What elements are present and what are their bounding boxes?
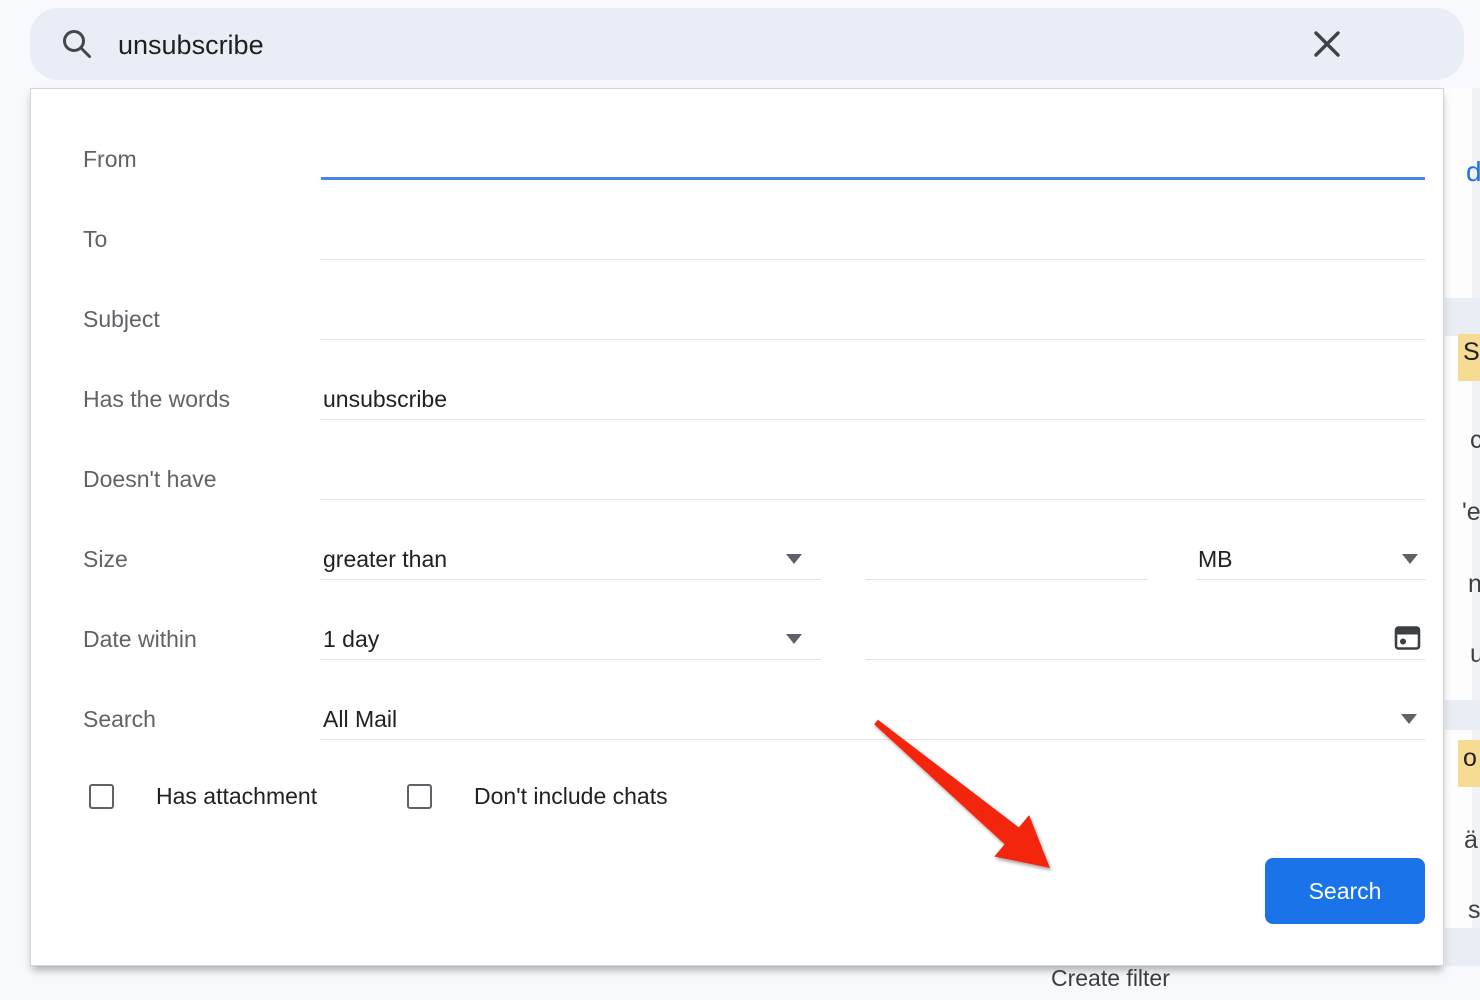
has-words-label: Has the words [83, 385, 230, 413]
size-operator-value: greater than [321, 546, 447, 572]
to-value [321, 226, 323, 252]
subject-input[interactable] [321, 301, 1425, 340]
email-text-fragment: s [1468, 896, 1480, 925]
search-input[interactable] [116, 8, 1220, 82]
email-text-fragment: u [1470, 640, 1480, 669]
to-label: To [83, 225, 107, 253]
background-email-list: d S c 'e n u o ä s [1445, 88, 1480, 966]
doesnt-have-value [321, 466, 323, 492]
search-button[interactable]: Search [1265, 858, 1425, 924]
email-row-band [1445, 928, 1480, 966]
size-unit-value: MB [1196, 546, 1233, 572]
email-row-band [1445, 298, 1480, 336]
search-scope-value: All Mail [321, 706, 397, 732]
has-words-input[interactable]: unsubscribe [321, 381, 1425, 420]
search-scope-select[interactable]: All Mail [321, 701, 1425, 740]
email-text-fragment: d [1466, 156, 1480, 188]
to-input[interactable] [321, 221, 1425, 260]
search-scope-label: Search [83, 705, 156, 733]
dont-include-chats-label: Don't include chats [474, 783, 668, 810]
search-icon [60, 27, 94, 61]
email-text-fragment: c [1470, 426, 1480, 455]
close-icon[interactable] [1312, 29, 1342, 59]
size-label: Size [83, 545, 128, 573]
highlighted-text-fragment: S [1458, 334, 1480, 381]
email-row-band [1445, 700, 1480, 730]
chevron-down-icon [1402, 554, 1418, 564]
chevron-down-icon [1401, 714, 1417, 724]
from-value [321, 146, 323, 172]
subject-label: Subject [83, 305, 160, 333]
size-operator-select[interactable]: greater than [321, 541, 821, 580]
search-filter-panel: From To Subject Has the words unsubscrib… [30, 88, 1444, 966]
doesnt-have-input[interactable] [321, 461, 1425, 500]
has-words-value: unsubscribe [321, 386, 447, 412]
date-within-label: Date within [83, 625, 197, 653]
email-text-fragment: n [1468, 570, 1480, 599]
has-attachment-label: Has attachment [156, 783, 317, 810]
date-range-select[interactable]: 1 day [321, 621, 821, 660]
email-text-fragment: 'e [1462, 498, 1480, 527]
size-amount-input[interactable] [866, 541, 1148, 580]
calendar-icon[interactable] [1394, 624, 1421, 651]
checkbox-icon[interactable] [407, 784, 432, 809]
from-input[interactable] [321, 141, 1425, 180]
doesnt-have-label: Doesn't have [83, 465, 217, 493]
gmail-search-bar [30, 8, 1464, 80]
chevron-down-icon [786, 634, 802, 644]
size-amount-value [866, 546, 868, 572]
checkbox-icon[interactable] [89, 784, 114, 809]
dont-include-chats-checkbox[interactable]: Don't include chats [407, 783, 668, 810]
date-range-value: 1 day [321, 626, 379, 652]
from-label: From [83, 145, 137, 173]
size-unit-select[interactable]: MB [1196, 541, 1426, 580]
has-attachment-checkbox[interactable]: Has attachment [89, 783, 317, 810]
date-input[interactable] [866, 621, 1425, 660]
email-text-fragment: ä [1464, 826, 1478, 855]
chevron-down-icon [786, 554, 802, 564]
subject-value [321, 306, 323, 332]
date-value [866, 626, 868, 652]
highlighted-text-fragment: o [1458, 740, 1480, 787]
create-filter-button[interactable]: Create filter [1031, 957, 1190, 1000]
